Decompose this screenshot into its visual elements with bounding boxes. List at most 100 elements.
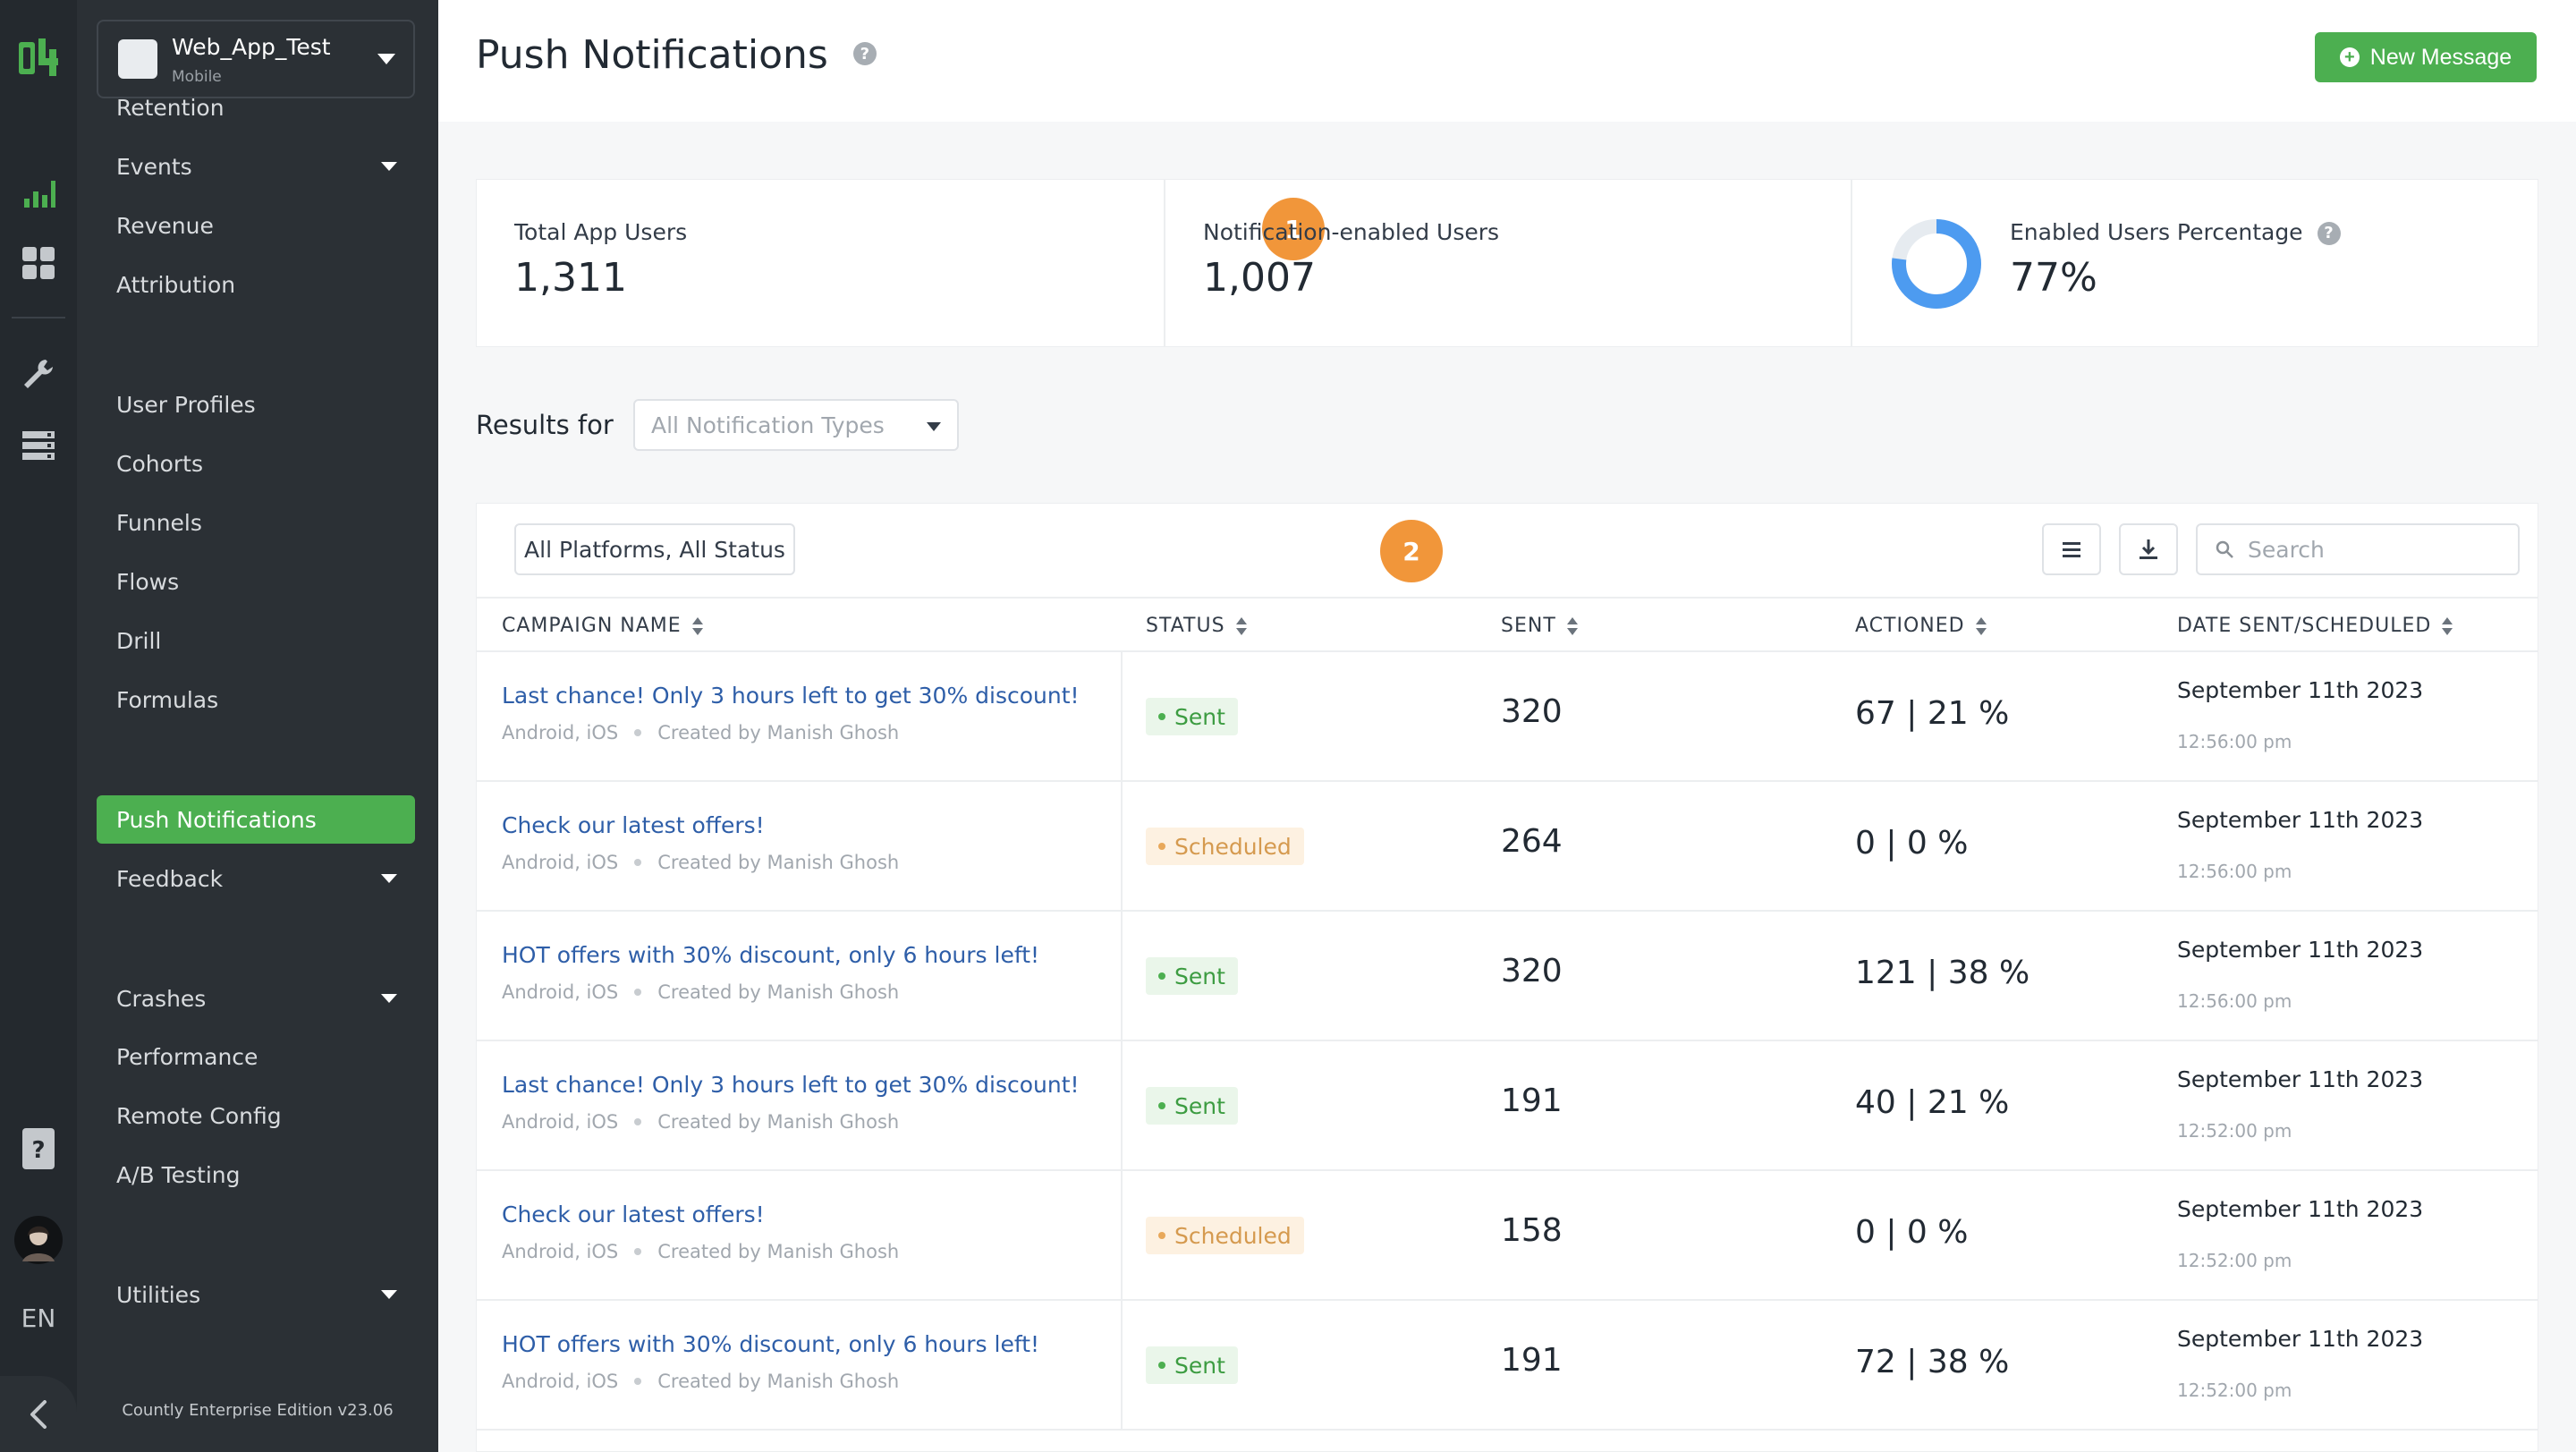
separator-dot <box>634 1248 642 1255</box>
page-header: Push Notifications ? + New Message <box>438 0 2576 122</box>
sidebar-item-revenue[interactable]: Revenue <box>97 201 415 250</box>
sidebar-item-label: User Profiles <box>116 391 256 418</box>
columns-button[interactable] <box>2042 523 2101 575</box>
countly-logo-icon[interactable] <box>0 32 77 84</box>
column-header-date[interactable]: DATE SENT/SCHEDULED <box>2177 615 2453 637</box>
campaign-name-link[interactable]: Last chance! Only 3 hours left to get 30… <box>502 683 1080 709</box>
notification-type-select[interactable]: All Notification Types <box>633 399 959 451</box>
edition-label: Countly Enterprise Edition v23.06 <box>122 1401 394 1420</box>
sidebar-item-utilities[interactable]: Utilities <box>97 1270 415 1319</box>
collapse-sidebar-button[interactable] <box>0 1376 77 1452</box>
column-header-actioned[interactable]: ACTIONED <box>1855 615 1987 637</box>
campaign-name-link[interactable]: HOT offers with 30% discount, only 6 hou… <box>502 942 1039 968</box>
sidebar-item-flows[interactable]: Flows <box>97 557 415 606</box>
table-row[interactable]: Check our latest offers! Android, iOS Crea… <box>477 1171 2538 1301</box>
sort-icon <box>2442 616 2453 635</box>
sidebar-item-user-profiles[interactable]: User Profiles <box>97 380 415 429</box>
column-header-campaign[interactable]: CAMPAIGN NAME <box>502 615 703 637</box>
caret-down-icon <box>927 422 941 431</box>
sidebar-item-remote-config[interactable]: Remote Config <box>97 1091 415 1140</box>
table-row[interactable]: HOT offers with 30% discount, only 6 hou… <box>477 1301 2538 1431</box>
actioned-count: 40 | 21 % <box>1855 1084 2010 1121</box>
sent-date: September 11th 2023 <box>2177 937 2424 963</box>
sent-count: 264 <box>1501 823 1563 860</box>
actioned-count: 72 | 38 % <box>1855 1344 2010 1380</box>
nav-sidebar: Web_App_Test Mobile Retention Events Reven… <box>77 0 438 1452</box>
sidebar-item-label: Revenue <box>116 212 214 239</box>
campaign-name-link[interactable]: Check our latest offers! <box>502 1202 765 1227</box>
sidebar-item-events[interactable]: Events <box>97 142 415 191</box>
sidebar-item-crashes[interactable]: Crashes <box>97 974 415 1023</box>
table-row[interactable]: Check our latest offers! Android, iOS Crea… <box>477 782 2538 912</box>
sidebar-item-funnels[interactable]: Funnels <box>97 498 415 547</box>
sidebar-item-drill[interactable]: Drill <box>97 616 415 665</box>
column-header-sent[interactable]: SENT <box>1501 615 1578 637</box>
chevron-down-icon <box>377 54 395 64</box>
sidebar-item-label: Feedback <box>116 865 224 892</box>
sidebar-item-label: A/B Testing <box>116 1161 241 1188</box>
sent-time: 12:56:00 pm <box>2177 990 2292 1012</box>
table-row[interactable]: Last chance! Only 3 hours left to get 30… <box>477 1041 2538 1171</box>
language-selector[interactable]: EN <box>0 1295 77 1340</box>
campaign-meta: Android, iOS Created by Manish Ghosh <box>502 1371 899 1392</box>
table-row[interactable]: HOT offers with 30% discount, only 6 hou… <box>477 912 2538 1041</box>
avatar[interactable] <box>0 1213 77 1267</box>
sent-count: 158 <box>1501 1212 1563 1249</box>
search-input[interactable] <box>2246 535 2500 564</box>
actioned-count: 67 | 21 % <box>1855 695 2010 732</box>
sidebar-item-label: Flows <box>116 568 180 595</box>
tour-marker-2[interactable]: 2 <box>1380 520 1443 582</box>
campaign-platforms: Android, iOS <box>502 1371 619 1392</box>
rail-divider <box>12 317 65 318</box>
campaign-platforms: Android, iOS <box>502 1241 619 1262</box>
campaign-creator: Created by Manish Ghosh <box>657 1111 900 1133</box>
new-message-button[interactable]: + New Message <box>2315 32 2537 82</box>
percentage-label-row: Enabled Users Percentage ? <box>2010 219 2341 247</box>
help-icon[interactable]: ? <box>852 42 877 65</box>
analytics-icon[interactable] <box>0 170 77 217</box>
sidebar-item-label: Remote Config <box>116 1102 282 1129</box>
sidebar-item-a-b-testing[interactable]: A/B Testing <box>97 1151 415 1199</box>
plus-icon: + <box>2339 47 2360 67</box>
wrench-icon[interactable] <box>0 351 77 397</box>
sidebar-item-formulas[interactable]: Formulas <box>97 675 415 724</box>
sort-icon <box>691 616 703 635</box>
sort-icon <box>1975 616 1987 635</box>
search-box[interactable] <box>2196 523 2520 575</box>
icon-rail: ? EN <box>0 0 77 1452</box>
sent-count: 191 <box>1501 1083 1563 1119</box>
sidebar-item-cohorts[interactable]: Cohorts <box>97 439 415 488</box>
campaign-creator: Created by Manish Ghosh <box>657 981 900 1003</box>
campaign-name-link[interactable]: Last chance! Only 3 hours left to get 30… <box>502 1072 1080 1098</box>
sidebar-item-retention[interactable]: Retention <box>97 83 415 132</box>
svg-text:?: ? <box>31 1137 45 1164</box>
campaign-name-link[interactable]: HOT offers with 30% discount, only 6 hou… <box>502 1331 1039 1357</box>
help-center-icon[interactable]: ? <box>0 1124 77 1174</box>
sidebar-item-attribution[interactable]: Attribution <box>97 260 415 309</box>
separator-dot <box>634 1378 642 1385</box>
status-dot <box>1158 972 1165 980</box>
database-icon[interactable] <box>0 422 77 469</box>
column-header-status[interactable]: STATUS <box>1146 615 1247 637</box>
sidebar-item-push-notifications[interactable]: Push Notifications <box>97 795 415 844</box>
sidebar-item-performance[interactable]: Performance <box>97 1032 415 1081</box>
sent-date: September 11th 2023 <box>2177 1066 2424 1092</box>
campaign-table-card: All Platforms, All Status 2 CAMPAIGN NAM… <box>476 503 2538 1452</box>
caret-down-icon <box>381 874 397 883</box>
table-row[interactable]: Last chance! Only 3 hours left to get 30… <box>477 652 2538 782</box>
sidebar-item-feedback[interactable]: Feedback <box>97 854 415 903</box>
sent-time: 12:52:00 pm <box>2177 1250 2292 1271</box>
sidebar-item-label: Funnels <box>116 509 202 536</box>
status-dot <box>1158 843 1165 850</box>
dashboard-icon[interactable] <box>0 240 77 286</box>
export-button[interactable] <box>2119 523 2178 575</box>
list-icon <box>2063 542 2080 557</box>
platform-status-filter[interactable]: All Platforms, All Status <box>514 523 795 575</box>
actioned-count: 0 | 0 % <box>1855 1214 1969 1251</box>
sidebar-item-label: Push Notifications <box>116 806 317 833</box>
campaign-name-link[interactable]: Check our latest offers! <box>502 812 765 838</box>
download-icon <box>2140 539 2157 559</box>
campaign-meta: Android, iOS Created by Manish Ghosh <box>502 1241 899 1262</box>
table-header: CAMPAIGN NAME STATUS SENT ACTIONED DATE … <box>477 597 2538 652</box>
help-icon[interactable]: ? <box>2317 221 2341 245</box>
